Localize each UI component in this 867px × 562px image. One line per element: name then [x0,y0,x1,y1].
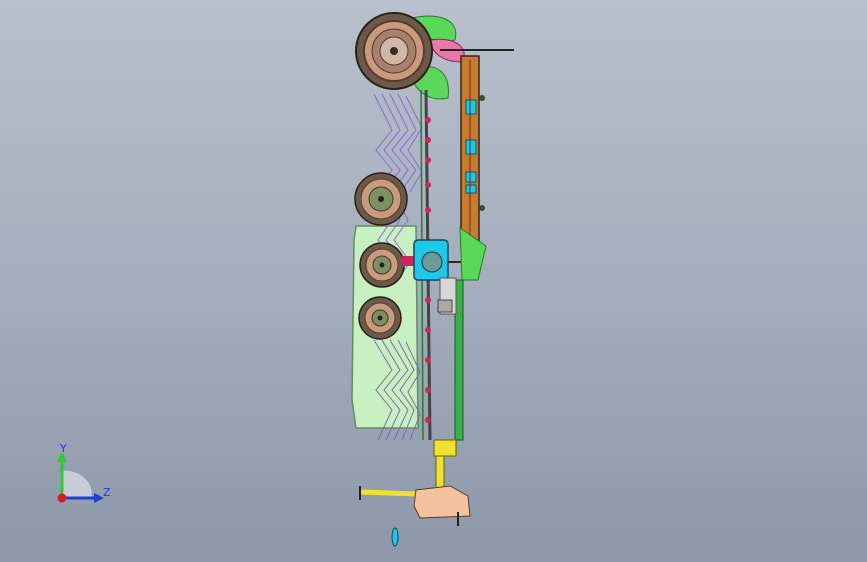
top-wheel[interactable] [355,12,433,90]
lower-wheel[interactable] [358,296,402,340]
middle-wheel-2[interactable] [359,242,405,288]
axis-y-label: Y [60,442,67,455]
x-axis-dot [57,493,67,503]
bottom-pin [391,527,399,547]
middle-wheel-1[interactable] [354,172,408,226]
cad-viewport[interactable]: Y Z [0,0,867,562]
lower-hitch[interactable] [359,439,471,526]
axis-z-label: Z [103,486,111,499]
3d-model-drawing[interactable] [0,0,867,562]
main-frame[interactable] [460,55,485,247]
orientation-triad [57,452,104,503]
triad-xy-plane [61,469,93,499]
mast [437,277,464,441]
